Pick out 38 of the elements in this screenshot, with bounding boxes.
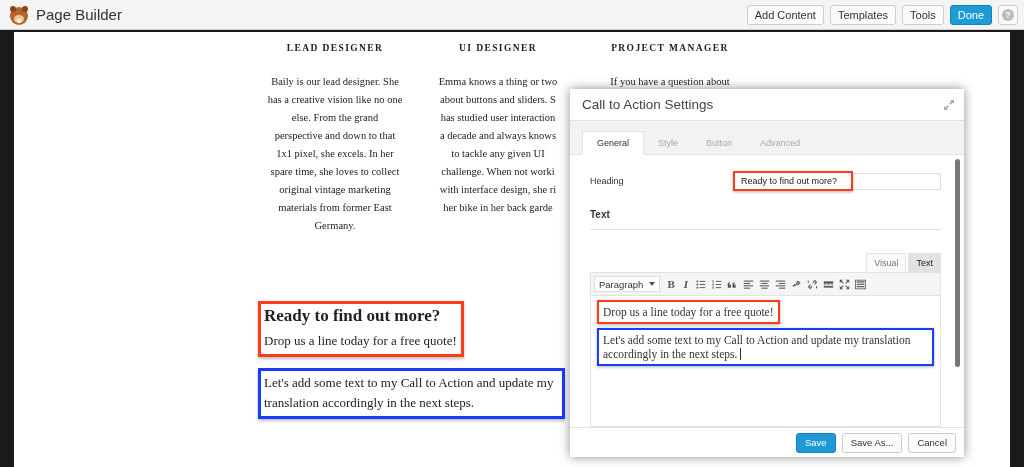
bio-paragraph: Baily is our lead designer. She has a creative vision like no one else. From the grand perspective and down to that 1x1 pixel, she excels. In her spare time, she loves to collect original vintage marketing materials from former East Germany. <box>267 75 403 233</box>
heading-field[interactable]: Ready to find out more? <box>733 171 853 191</box>
toolbar-button[interactable]: Tools <box>902 4 944 25</box>
editor-paragraph[interactable]: Drop us a line today for a free quote! <box>603 305 774 319</box>
toolbar-button[interactable]: Templates <box>829 4 896 25</box>
read-more-icon[interactable] <box>823 278 834 290</box>
numbered-list-icon[interactable] <box>711 278 722 290</box>
section-heading: Text <box>590 209 941 230</box>
cta-text: Let's add some text to my Call to Action and update my translation accordingly in the next steps. <box>264 374 555 412</box>
role-heading: UI DESIGNER <box>459 43 537 53</box>
dialog-title: Call to Action Settings <box>582 97 714 112</box>
keyboard-icon[interactable] <box>855 278 866 290</box>
editor-paragraph[interactable]: Let's add some text to my Call to Action and update my translation accordingly in the next steps. <box>603 333 928 361</box>
cta-heading: Ready to find out more? <box>264 306 442 326</box>
editor-tab[interactable]: Visual <box>866 253 907 272</box>
bulleted-list-icon[interactable] <box>695 278 706 290</box>
editor-tab[interactable]: Text <box>908 253 941 272</box>
role-heading: PROJECT MANAGER <box>611 43 729 53</box>
settings-tab[interactable]: General <box>582 131 645 155</box>
app-title: Page Builder <box>36 6 123 23</box>
bold-button[interactable]: B <box>665 278 677 290</box>
bio-paragraph: Emma knows a thing or two about buttons and sliders. S has studied user interaction a decade and always knows to tackle any given UI challenge. When not worki with interface design, she ri her bike in her back garde <box>438 75 558 215</box>
align-right-icon[interactable] <box>775 278 786 290</box>
cta-text: Drop us a line today for a free quote! <box>264 332 457 350</box>
dialog-button[interactable]: Cancel <box>908 432 956 453</box>
beaver-logo-icon <box>8 3 30 26</box>
fullscreen-icon[interactable] <box>839 278 850 290</box>
toolbar-button[interactable]: Add Content <box>746 4 824 25</box>
dialog-button[interactable]: Save As... <box>841 432 903 453</box>
align-left-icon[interactable] <box>743 278 754 290</box>
field-label: Heading <box>589 176 625 186</box>
bio-paragraph: If you have a question about <box>610 75 730 89</box>
caret-icon <box>649 282 656 286</box>
align-center-icon[interactable] <box>759 278 770 290</box>
role-heading: LEAD DESIGNER <box>286 43 384 53</box>
format-dropdown[interactable]: Paragraph <box>594 276 661 292</box>
scrollbar[interactable] <box>955 159 960 367</box>
italic-button[interactable]: I <box>681 278 690 290</box>
